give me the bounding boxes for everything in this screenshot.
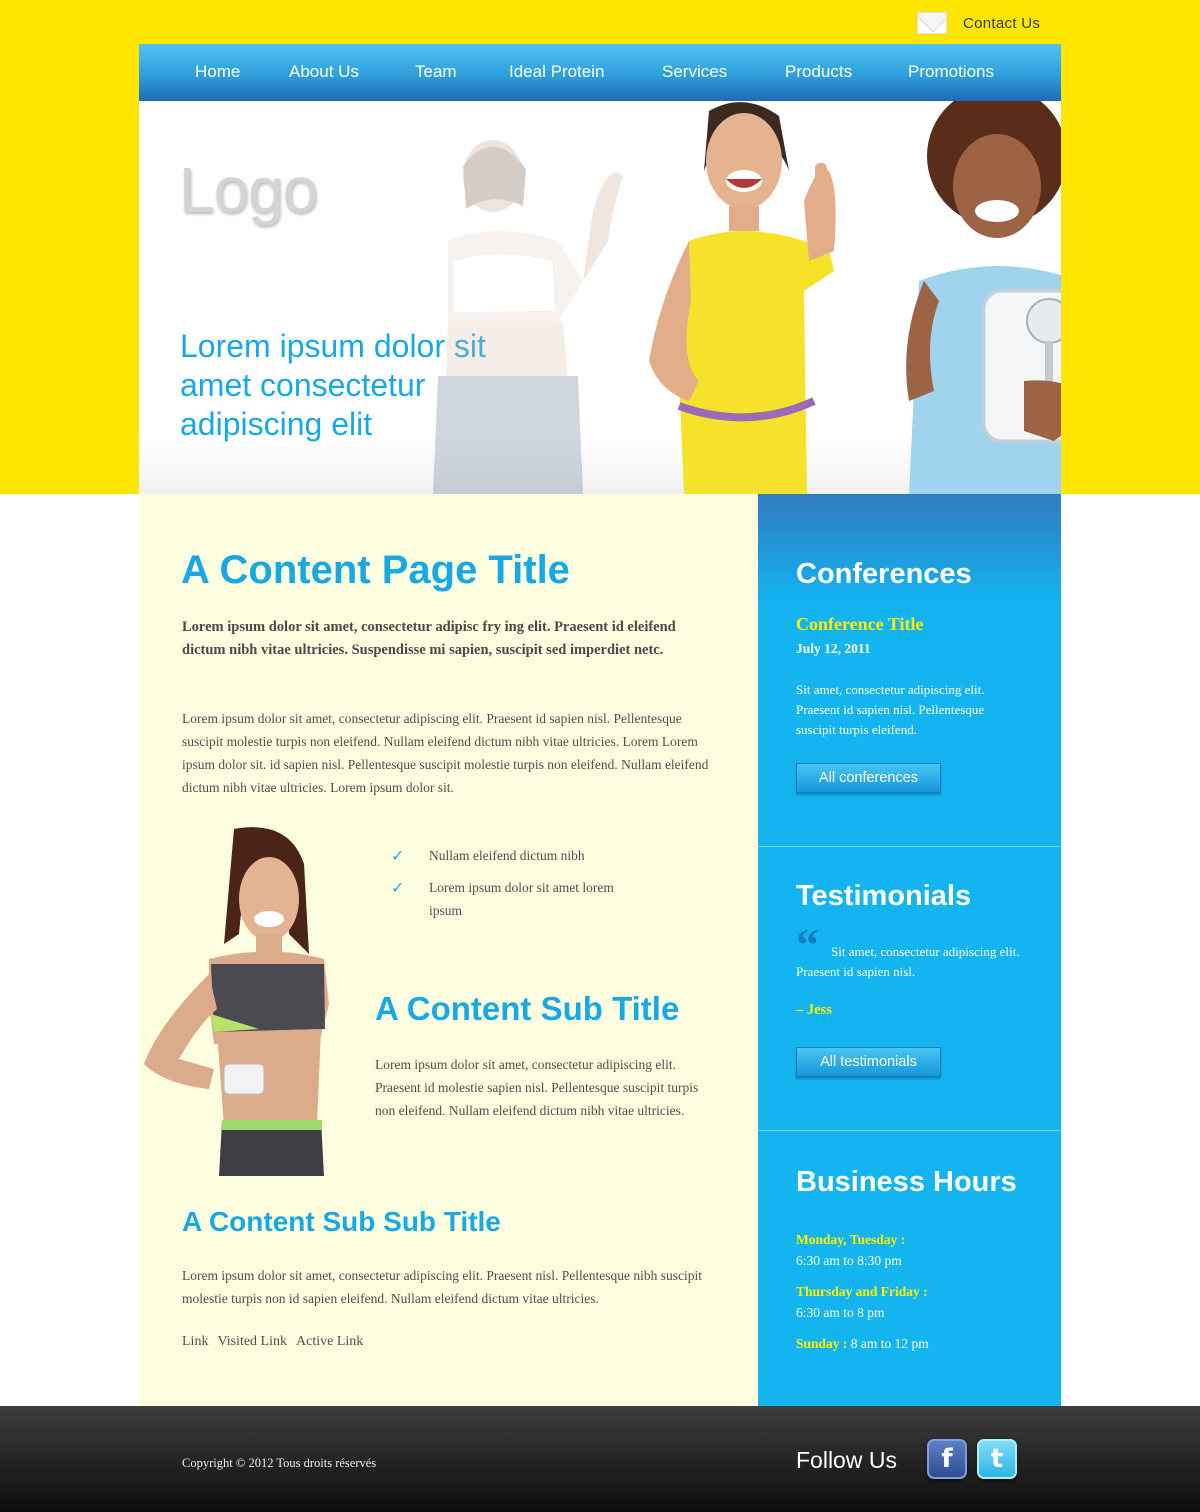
nav-item-ideal-protein[interactable]: Ideal Protein — [509, 62, 604, 82]
twitter-glyph: t — [990, 1444, 1004, 1474]
hero-banner: Logo Lorem ipsum dolor sit amet consecte… — [139, 101, 1061, 494]
hero-photo-ghost-woman — [433, 140, 623, 494]
link[interactable]: Link — [182, 1334, 208, 1350]
sub-title: A Content Sub Title — [375, 990, 680, 1027]
contact-link[interactable]: Contact Us — [917, 12, 1040, 34]
copyright: Copyright © 2012 Tous droits réservés — [182, 1456, 377, 1470]
sub-sub-title: A Content Sub Sub Title — [182, 1206, 501, 1237]
sidebar-divider — [758, 846, 1061, 847]
hours-time: 6:30 am to 8:30 pm — [796, 1253, 902, 1268]
body-paragraph: Lorem ipsum dolor sit amet, consectetur … — [182, 711, 709, 795]
hours-days: Monday, Tuesday : — [796, 1232, 906, 1247]
page-title: A Content Page Title — [181, 548, 570, 592]
follow-us-label: Follow Us — [796, 1447, 897, 1473]
nav-item-team[interactable]: Team — [415, 62, 457, 82]
main-nav: Home About Us Team Ideal Protein Service… — [139, 44, 1061, 101]
sidebar: Conferences Conference Title July 12, 20… — [758, 494, 1061, 1406]
sidebar-divider — [758, 1130, 1061, 1131]
nav-item-home[interactable]: Home — [195, 62, 240, 82]
checkmark-icon: ✓ — [391, 846, 405, 865]
list-item-text: Lorem ipsum dolor sit amet lorem ipsum — [429, 880, 614, 918]
conference-title[interactable]: Conference Title — [796, 614, 923, 635]
footer: Copyright © 2012 Tous droits réservés Fo… — [0, 1406, 1200, 1512]
facebook-icon[interactable]: f — [927, 1439, 967, 1479]
hours-time: 6:30 am to 8 pm — [796, 1305, 885, 1320]
sub-paragraph: Lorem ipsum dolor sit amet, consectetur … — [375, 1057, 699, 1118]
sub-sub-paragraph: Lorem ipsum dolor sit amet, consectetur … — [182, 1268, 703, 1306]
checkmark-icon: ✓ — [391, 878, 405, 897]
checklist: ✓ Nullam eleifend dictum nibh ✓ Lorem ip… — [391, 844, 641, 931]
list-item-text: Nullam eleifend dictum nibh — [429, 848, 585, 863]
active-link[interactable]: Active Link — [296, 1334, 363, 1350]
conference-text: Sit amet, consectetur adipiscing elit. P… — [796, 682, 985, 737]
envelope-icon — [917, 12, 947, 34]
twitter-icon[interactable]: t — [977, 1439, 1017, 1479]
link-examples: Link Visited Link Active Link — [182, 1334, 363, 1350]
logo[interactable]: Logo — [179, 153, 318, 227]
conference-date: July 12, 2011 — [796, 641, 871, 656]
hours-days: Thursday and Friday : — [796, 1284, 928, 1299]
hours-time: 8 am to 12 pm — [850, 1336, 929, 1351]
hero-photo-woman-blue — [906, 101, 1061, 494]
nav-item-services[interactable]: Services — [662, 62, 727, 82]
business-hours-heading: Business Hours — [796, 1166, 1017, 1198]
list-item: ✓ Lorem ipsum dolor sit amet lorem ipsum — [391, 876, 641, 922]
hours-days: Sunday : — [796, 1336, 848, 1351]
all-conferences-button[interactable]: All conferences — [796, 763, 941, 793]
content-photo-fit-woman — [144, 827, 329, 1176]
nav-item-promotions[interactable]: Promotions — [908, 62, 994, 82]
visited-link[interactable]: Visited Link — [217, 1334, 287, 1350]
main-content: A Content Page Title Lorem ipsum dolor s… — [139, 494, 758, 1406]
testimonial-author: – Jess — [796, 1002, 832, 1018]
facebook-glyph: f — [941, 1444, 953, 1474]
all-testimonials-button[interactable]: All testimonials — [796, 1047, 941, 1077]
contact-label[interactable]: Contact Us — [963, 15, 1040, 32]
conferences-heading: Conferences — [796, 558, 972, 590]
hero-photo-woman-yellow — [649, 102, 836, 494]
nav-item-products[interactable]: Products — [785, 62, 852, 82]
testimonials-heading: Testimonials — [796, 880, 972, 912]
nav-item-about-us[interactable]: About Us — [289, 62, 359, 82]
list-item: ✓ Nullam eleifend dictum nibh — [391, 844, 641, 867]
testimonial-quote: Sit amet, consectetur adipiscing elit. P… — [796, 944, 1020, 979]
intro-paragraph: Lorem ipsum dolor sit amet, consectetur … — [182, 619, 676, 658]
